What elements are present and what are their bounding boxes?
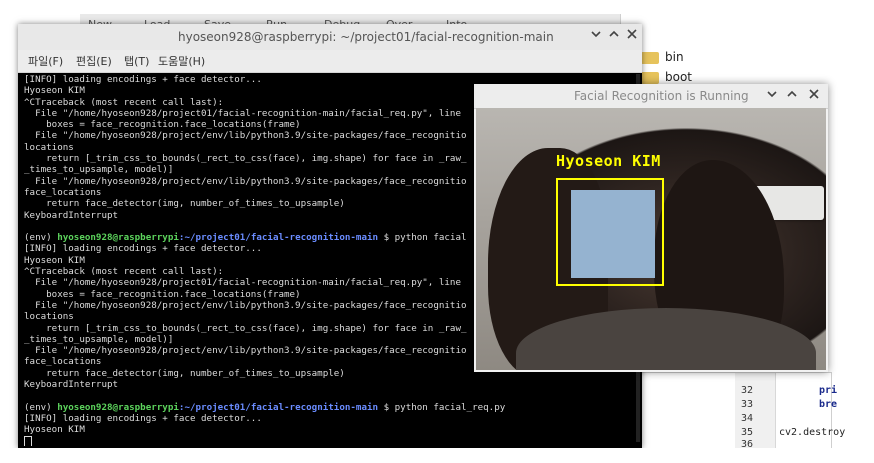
text-cursor <box>24 435 32 446</box>
chevron-down-icon <box>767 91 777 98</box>
prompt-path: :~/project01/facial-recognition-main <box>178 401 379 413</box>
terminal-line: (env) hyoseon928@raspberrypi:~/project01… <box>24 402 638 413</box>
line-number: 34 <box>741 413 754 424</box>
minimize-button[interactable] <box>590 28 602 44</box>
maximize-button[interactable] <box>786 88 798 104</box>
line-number: 32 <box>741 385 754 396</box>
folder-label[interactable]: boot <box>665 70 692 84</box>
minimize-button[interactable] <box>766 88 778 104</box>
menu-tabs[interactable]: 탭(T) <box>124 53 149 69</box>
menu-file[interactable]: 파일(F) <box>28 53 63 69</box>
face-window-titlebar[interactable]: Facial Recognition is Running <box>474 84 828 109</box>
terminal-cursor-line <box>24 435 638 446</box>
window-title: hyoseon928@raspberrypi: ~/project01/faci… <box>178 30 554 44</box>
code-line: bre <box>819 399 838 410</box>
file-browser-panel: bin boot <box>620 14 831 86</box>
bottom-strip <box>0 448 874 463</box>
menu-help[interactable]: 도움말(H) <box>158 53 205 69</box>
line-number: 33 <box>741 399 754 410</box>
prompt-user: hyoseon928@raspberrypi <box>57 232 179 244</box>
prompt-env: (env) <box>24 232 58 244</box>
terminal-line: Hyoseon KIM <box>24 424 85 436</box>
folder-icon <box>641 72 659 84</box>
maximize-button[interactable] <box>608 28 620 44</box>
code-line: pri <box>819 385 838 396</box>
prompt-cmd: $ python facial <box>378 232 467 244</box>
prompt-env: (env) <box>24 401 58 413</box>
folder-icon <box>641 52 659 64</box>
close-button[interactable] <box>808 88 820 104</box>
line-number: 35 <box>741 427 754 438</box>
close-icon <box>627 29 637 39</box>
face-name-label: Hyoseon KIM <box>556 152 661 170</box>
prompt-path: :~/project01/facial-recognition-main <box>178 232 379 244</box>
terminal-line: [INFO] loading encodings + face detector… <box>24 412 262 424</box>
terminal-titlebar[interactable]: hyoseon928@raspberrypi: ~/project01/faci… <box>18 24 642 51</box>
code-line: cv2.destroy <box>779 427 846 438</box>
face-recognition-window[interactable]: Facial Recognition is Running Hyoseon KI… <box>474 84 828 372</box>
terminal-line: KeyboardInterrupt <box>24 379 119 391</box>
face-bounding-box <box>556 178 664 286</box>
camera-feed: Hyoseon KIM <box>476 108 826 370</box>
chevron-up-icon <box>787 90 797 97</box>
prompt-cmd: $ python facial_req.py <box>378 401 506 413</box>
folder-label[interactable]: bin <box>665 50 684 64</box>
code-editor[interactable]: 32 33 34 35 36 pri bre cv2.destroy <box>640 372 845 450</box>
prompt-user: hyoseon928@raspberrypi <box>57 401 179 413</box>
close-button[interactable] <box>626 28 638 44</box>
chevron-down-icon <box>591 31 601 38</box>
window-title: Facial Recognition is Running <box>574 89 749 103</box>
terminal-menubar: 파일(F) 편집(E) 탭(T) 도움말(H) <box>18 50 642 73</box>
menu-edit[interactable]: 편집(E) <box>76 53 112 69</box>
chevron-up-icon <box>609 30 619 37</box>
close-icon <box>809 89 819 99</box>
